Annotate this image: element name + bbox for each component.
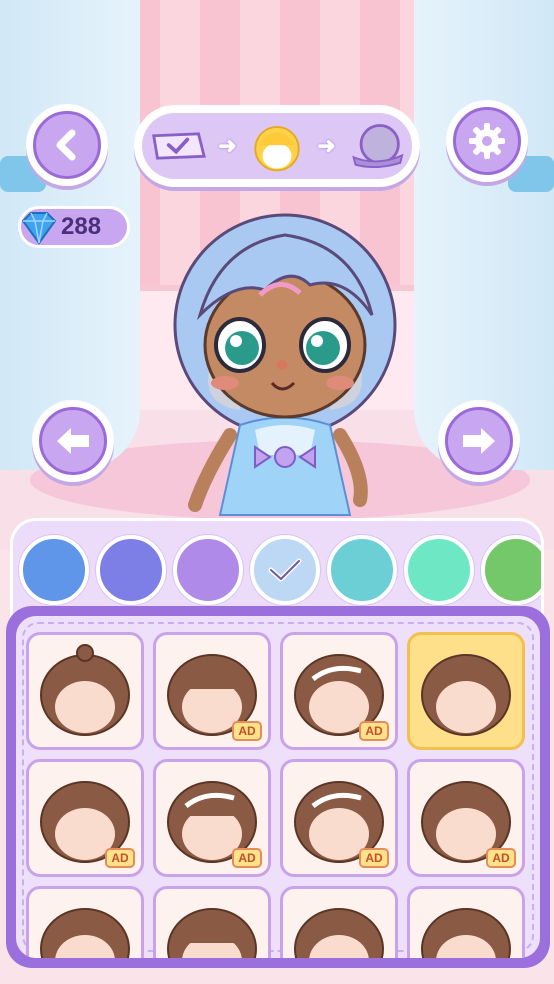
checkmark-icon	[268, 558, 302, 582]
hair-icon[interactable]	[249, 122, 305, 172]
character-avatar	[160, 205, 410, 525]
gem-count: 288	[61, 213, 102, 240]
next-button[interactable]	[438, 400, 520, 482]
arrow-right-icon	[463, 428, 495, 454]
dress-check-icon[interactable]	[150, 122, 206, 170]
ad-badge: AD	[105, 848, 135, 868]
hair-style-option[interactable]: AD	[280, 632, 398, 750]
hair-style-option[interactable]: AD	[26, 759, 144, 877]
color-palette	[10, 518, 544, 618]
arrow-left-icon	[57, 428, 89, 454]
hat-icon[interactable]	[348, 122, 404, 170]
hair-options-grid: AD AD AD AD AD AD	[16, 616, 540, 958]
hair-style-option[interactable]	[407, 632, 525, 750]
hair-style-icon	[40, 908, 130, 958]
color-swatch[interactable]	[404, 535, 474, 605]
step-arrow-icon: ➜	[218, 133, 237, 158]
hair-style-option[interactable]	[407, 886, 525, 958]
hair-style-icon	[40, 644, 130, 736]
previous-button[interactable]	[32, 400, 114, 482]
hair-style-option[interactable]: AD	[407, 759, 525, 877]
ad-badge: AD	[359, 721, 389, 741]
hair-style-option[interactable]	[26, 632, 144, 750]
hair-style-option[interactable]: AD	[280, 759, 398, 877]
ad-badge: AD	[486, 848, 516, 868]
ad-badge: AD	[232, 721, 262, 741]
color-swatch[interactable]	[481, 535, 541, 605]
gear-icon	[469, 123, 505, 159]
color-swatch[interactable]	[173, 535, 243, 605]
color-swatch[interactable]	[250, 535, 320, 605]
gem-counter: 288	[18, 206, 130, 248]
hair-style-option[interactable]	[26, 886, 144, 958]
hair-options-panel: AD AD AD AD AD AD	[6, 606, 550, 968]
step-arrow-icon: ➜	[317, 133, 336, 158]
dress-up-scene: ➜ ➜ 288 AD AD AD AD AD AD	[0, 0, 554, 984]
diamond-icon	[21, 212, 57, 245]
color-swatch[interactable]	[19, 535, 89, 605]
hair-style-option[interactable]: AD	[153, 632, 271, 750]
hair-style-icon	[294, 908, 384, 958]
hair-style-option[interactable]	[153, 886, 271, 958]
progress-steps: ➜ ➜	[134, 105, 420, 187]
ad-badge: AD	[232, 848, 262, 868]
chevron-left-icon	[56, 129, 76, 161]
color-swatch[interactable]	[96, 535, 166, 605]
hair-style-option[interactable]: AD	[153, 759, 271, 877]
hair-style-option[interactable]	[280, 886, 398, 958]
hair-style-icon	[421, 654, 511, 736]
color-swatch[interactable]	[327, 535, 397, 605]
hair-style-icon	[167, 908, 257, 958]
settings-button[interactable]	[446, 100, 528, 182]
hair-style-icon	[421, 908, 511, 958]
ad-badge: AD	[359, 848, 389, 868]
back-button[interactable]	[26, 104, 108, 186]
